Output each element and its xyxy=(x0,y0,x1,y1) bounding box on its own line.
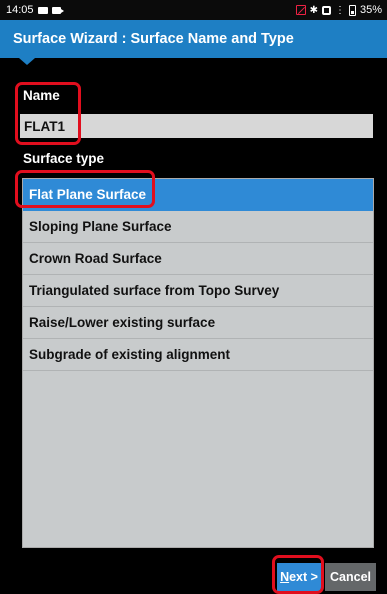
cancel-button[interactable]: Cancel xyxy=(325,563,376,591)
surface-type-label: Surface type xyxy=(23,151,105,166)
status-right: ✱ ⋮ 35% xyxy=(295,4,382,16)
surface-type-item-triangulated[interactable]: Triangulated surface from Topo Survey xyxy=(23,275,373,307)
surface-type-item-raise-lower[interactable]: Raise/Lower existing surface xyxy=(23,307,373,339)
notification-box-icon xyxy=(37,6,48,14)
vibrate-icon xyxy=(321,5,331,15)
wifi-icon: ⋮ xyxy=(334,4,345,16)
name-label: Name xyxy=(23,88,60,103)
next-button-label: ext > xyxy=(289,570,318,584)
page-title: Surface Wizard : Surface Name and Type xyxy=(13,31,294,47)
surface-type-list[interactable]: Flat Plane Surface Sloping Plane Surface… xyxy=(22,178,374,548)
surface-type-item-flat-plane[interactable]: Flat Plane Surface xyxy=(23,179,373,211)
name-input[interactable] xyxy=(20,114,373,138)
next-button[interactable]: Next > xyxy=(277,563,321,591)
surface-type-item-subgrade[interactable]: Subgrade of existing alignment xyxy=(23,339,373,371)
title-notch xyxy=(19,58,35,65)
status-bar: 14:05 ✱ ⋮ 35% xyxy=(0,0,387,20)
title-bar: Surface Wizard : Surface Name and Type xyxy=(0,20,387,58)
bluetooth-icon: ✱ xyxy=(309,4,318,16)
no-sim-icon xyxy=(295,5,306,15)
next-button-mnemonic: N xyxy=(280,570,290,584)
surface-type-item-sloping-plane[interactable]: Sloping Plane Surface xyxy=(23,211,373,243)
status-left: 14:05 xyxy=(6,4,64,16)
battery-percent: 35% xyxy=(359,4,382,16)
battery-icon xyxy=(348,4,356,16)
surface-type-item-crown-road[interactable]: Crown Road Surface xyxy=(23,243,373,275)
status-time: 14:05 xyxy=(6,4,34,16)
video-icon xyxy=(51,6,64,14)
